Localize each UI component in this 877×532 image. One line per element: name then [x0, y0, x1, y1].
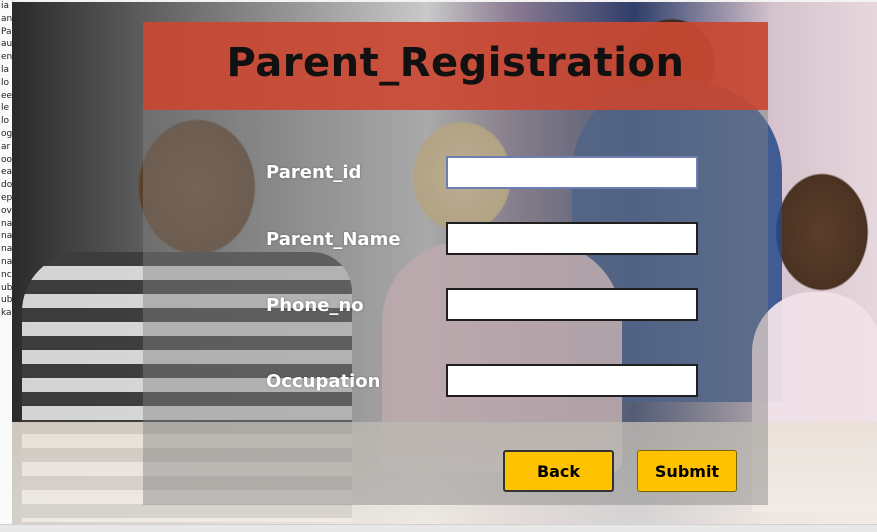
- strip-text: ar: [1, 141, 11, 152]
- strip-text: ka: [1, 308, 12, 319]
- strip-text: lo: [1, 77, 10, 88]
- strip-text: ep: [1, 192, 13, 203]
- phone-no-label: Phone_no: [266, 295, 364, 316]
- parent-name-label: Parent_Name: [266, 229, 401, 250]
- strip-text: na: [1, 231, 13, 242]
- strip-text: na: [1, 244, 13, 255]
- parent-id-label: Parent_id: [266, 162, 362, 183]
- title-bar: Parent_Registration: [143, 22, 768, 110]
- phone-no-input[interactable]: [446, 288, 698, 321]
- strip-text: og: [1, 128, 13, 139]
- strip-text: Pa: [1, 26, 12, 37]
- occupation-label: Occupation: [266, 371, 381, 392]
- strip-text: ub: [1, 282, 13, 293]
- strip-text: le: [1, 103, 10, 114]
- strip-text: au: [1, 39, 13, 50]
- submit-button[interactable]: Submit: [637, 450, 737, 492]
- strip-text: ov: [1, 205, 12, 216]
- photo-girl-right-shape: [752, 292, 877, 512]
- strip-text: na: [1, 256, 13, 267]
- strip-text: oo: [1, 154, 13, 165]
- strip-text: an: [1, 13, 13, 24]
- parent-id-input[interactable]: [446, 156, 698, 189]
- strip-text: lo: [1, 116, 10, 127]
- strip-text: do: [1, 180, 13, 191]
- strip-text: ee: [1, 90, 13, 101]
- strip-text: nc: [1, 269, 12, 280]
- page-title: Parent_Registration: [226, 40, 685, 86]
- strip-text: ub: [1, 295, 13, 306]
- back-button[interactable]: Back: [503, 450, 614, 492]
- strip-text: la: [1, 64, 10, 75]
- strip-text: na: [1, 218, 13, 229]
- occupation-input[interactable]: [446, 364, 698, 397]
- strip-text: en: [1, 52, 13, 63]
- strip-text: ea: [1, 167, 13, 178]
- strip-text: ia: [1, 1, 10, 11]
- parent-name-input[interactable]: [446, 222, 698, 255]
